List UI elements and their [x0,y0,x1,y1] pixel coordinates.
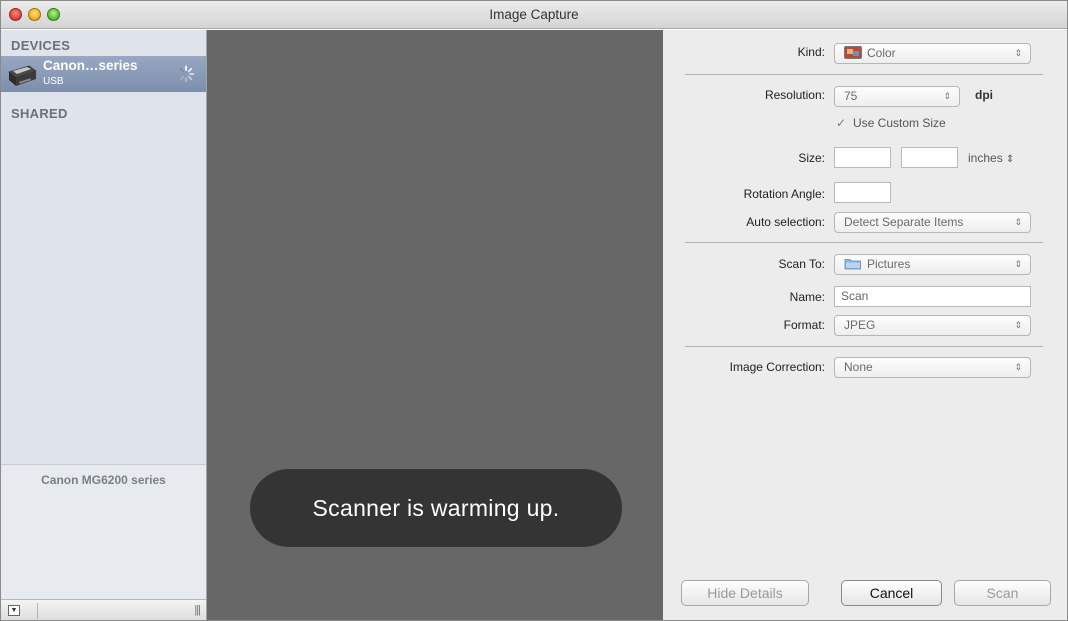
name-field[interactable]: Scan [834,286,1031,307]
auto-selection-value: Detect Separate Items [844,215,964,229]
format-label: Format: [783,318,825,332]
popup-arrows-icon: ⇕ [943,91,951,101]
folder-icon [844,259,861,270]
format-popup[interactable]: JPEG ⇕ [834,315,1031,336]
resolution-value: 75 [844,89,858,103]
auto-selection-popup[interactable]: Detect Separate Items ⇕ [834,212,1031,233]
popup-arrows-icon: ⇕ [1014,217,1022,227]
separator [685,346,1043,347]
sidebar: DEVICES Canon…series USB SHARED Canon MG… [1,30,207,620]
separator [685,74,1043,75]
sidebar-menu-button[interactable]: ▼ [8,605,20,616]
device-connection: USB [43,76,64,87]
sidebar-item-canon-scanner[interactable]: Canon…series USB [1,56,206,92]
popup-arrows-icon: ⇕ [1014,259,1022,269]
devices-section-header: DEVICES [11,38,71,53]
size-height-field[interactable] [901,147,958,168]
image-correction-label: Image Correction: [729,360,825,374]
device-detail-pane: Canon MG6200 series [1,464,206,620]
kind-value: Color [867,46,896,60]
use-custom-size-label: Use Custom Size [853,116,946,130]
shared-section-header: SHARED [11,106,68,121]
scan-preview-area[interactable]: Scanner is warming up. [207,30,663,620]
size-label: Size: [798,151,825,165]
selected-device-label: Canon MG6200 series [41,473,166,487]
use-custom-size-checkbox[interactable]: ✓ Use Custom Size [836,116,946,130]
color-swatch-icon [844,46,862,59]
separator [685,242,1043,243]
format-value: JPEG [844,318,876,332]
device-name: Canon…series [43,58,138,73]
scan-settings-panel: Kind: Color ⇕ Resolution: 75 ⇕ dpi ✓ Use … [663,30,1067,620]
name-label: Name: [789,290,825,304]
auto-selection-label: Auto selection: [746,215,825,229]
size-width-field[interactable] [834,147,891,168]
image-capture-window: Image Capture DEVICES Canon…series USB S… [0,0,1068,621]
checkmark-icon: ✓ [836,116,847,130]
progress-spinner-icon [177,65,195,83]
rotation-angle-field[interactable] [834,182,891,203]
popup-arrows-icon: ⇕ [1014,48,1022,58]
image-correction-popup[interactable]: None ⇕ [834,357,1031,378]
cancel-button[interactable]: Cancel [841,580,942,606]
kind-popup[interactable]: Color ⇕ [834,43,1031,64]
kind-label: Kind: [797,45,825,59]
title-bar[interactable]: Image Capture [1,1,1067,29]
status-message: Scanner is warming up. [250,469,622,547]
resolution-popup[interactable]: 75 ⇕ [834,86,960,107]
resolution-label: Resolution: [764,88,825,102]
image-correction-value: None [844,360,873,374]
resize-grip-icon[interactable]: ||| [194,604,201,616]
size-unit: inches [968,151,1003,165]
scan-to-popup[interactable]: Pictures ⇕ [834,254,1031,275]
size-unit-popup[interactable]: inches ⇕ [968,151,1014,165]
scan-to-label: Scan To: [778,257,825,271]
scan-button[interactable]: Scan [954,580,1051,606]
popup-arrows-icon: ⇕ [1014,362,1022,372]
popup-arrows-icon: ⇕ [1006,154,1015,165]
rotation-angle-label: Rotation Angle: [743,187,825,201]
sidebar-bottom-bar: ▼ ||| [1,599,206,620]
hide-details-button[interactable]: Hide Details [681,580,809,606]
scan-to-value: Pictures [867,257,911,271]
popup-arrows-icon: ⇕ [1014,320,1022,330]
divider [37,603,38,619]
resolution-unit: dpi [975,88,993,102]
window-title: Image Capture [489,7,579,22]
printer-icon [8,65,37,86]
